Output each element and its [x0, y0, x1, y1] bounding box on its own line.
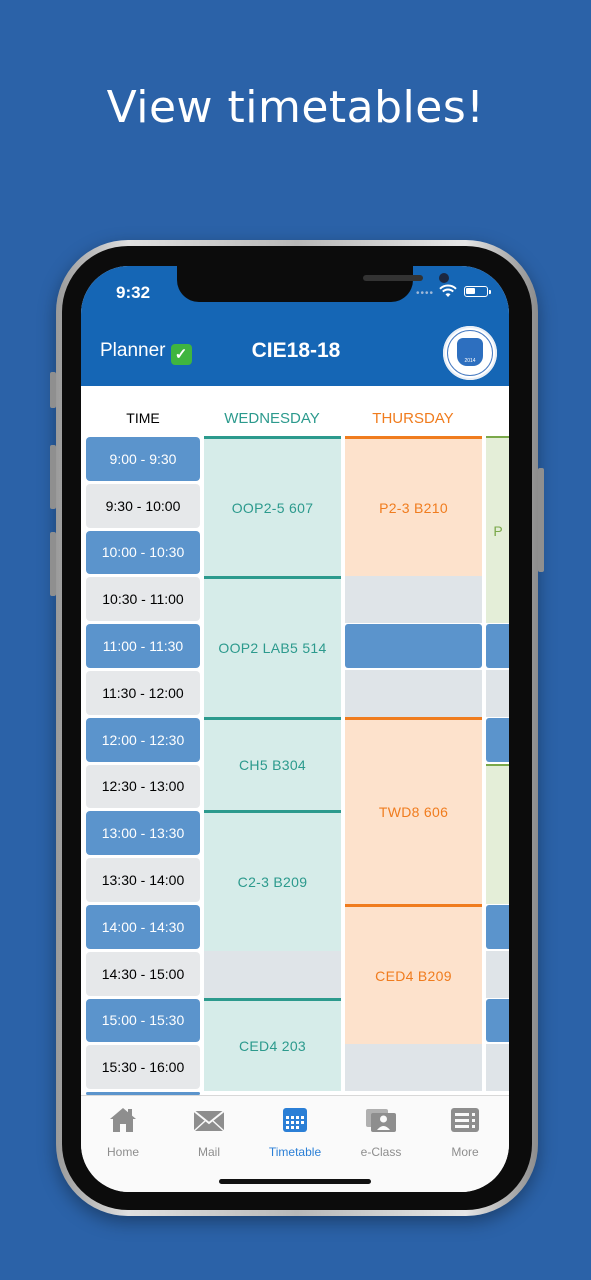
- empty-slot: [486, 670, 509, 717]
- time-slot: 14:30 - 15:00: [86, 951, 200, 996]
- class-block-thursday[interactable]: TWD8 606: [345, 716, 482, 904]
- time-slot: 9:00 - 9:30: [86, 437, 200, 481]
- class-block-wednesday[interactable]: CED4 203: [204, 997, 341, 1092]
- page-title: CIE18-18: [251, 339, 341, 362]
- wifi-icon: [439, 284, 457, 297]
- mute-switch: [50, 372, 56, 408]
- volume-up-button: [50, 445, 56, 509]
- empty-slot: [486, 950, 509, 998]
- time-slot: 14:00 - 14:30: [86, 905, 200, 949]
- col-header-time: TIME: [126, 410, 160, 426]
- tab-eclass[interactable]: e-Class: [341, 1106, 421, 1159]
- class-block-wednesday[interactable]: C2-3 B209: [204, 810, 341, 951]
- tab-timetable[interactable]: Timetable: [255, 1106, 335, 1159]
- power-button: [538, 468, 544, 572]
- class-block-friday[interactable]: P: [486, 436, 509, 624]
- check-icon: ✓: [170, 344, 192, 365]
- tab-more[interactable]: More: [425, 1106, 505, 1159]
- signal-icon: ••••: [416, 288, 435, 299]
- phone-screen: 9:32 •••• Planner ✓ CIE18-18 2014 TIME WE…: [81, 266, 509, 1192]
- university-logo[interactable]: 2014: [443, 326, 497, 380]
- status-time: 9:32: [116, 283, 151, 302]
- mail-icon: [193, 1110, 225, 1132]
- col-header-wednesday[interactable]: WEDNESDAY: [204, 410, 340, 427]
- empty-slot: [345, 670, 482, 717]
- class-block-thursday[interactable]: P2-3 B210: [345, 436, 482, 577]
- home-indicator: [219, 1179, 371, 1184]
- time-slot: 12:30 - 13:00: [86, 764, 200, 809]
- time-slot: 10:30 - 11:00: [86, 577, 200, 622]
- tab-home[interactable]: Home: [83, 1106, 163, 1159]
- notch: [177, 266, 449, 302]
- eclass-icon: [366, 1109, 396, 1132]
- class-block-wednesday[interactable]: CH5 B304: [204, 716, 341, 811]
- class-block-thursday[interactable]: CED4 B209: [345, 904, 482, 1045]
- time-slot: 15:00 - 15:30: [86, 998, 200, 1043]
- time-slot: 10:00 - 10:30: [86, 530, 200, 575]
- time-slot: 13:30 - 14:00: [86, 858, 200, 902]
- battery-icon: [464, 286, 491, 297]
- time-slot: 12:00 - 12:30: [86, 717, 200, 762]
- time-slot: 15:30 - 16:00: [86, 1045, 200, 1090]
- empty-slot: [345, 576, 482, 624]
- empty-slot: [486, 1044, 509, 1092]
- highlight-slot: [486, 717, 509, 762]
- highlight-slot: [486, 905, 509, 949]
- class-block-friday-2[interactable]: [486, 763, 509, 904]
- volume-down-button: [50, 532, 56, 596]
- tab-bar: Home Mail Timetable e-Class More: [81, 1095, 509, 1192]
- class-block-wednesday[interactable]: OOP2 LAB5 514: [204, 576, 341, 717]
- more-icon: [451, 1108, 479, 1132]
- empty-slot: [204, 950, 341, 998]
- col-header-thursday[interactable]: THURSDAY: [345, 410, 481, 427]
- highlight-slot: [486, 624, 509, 668]
- planner-label: Planner: [100, 340, 166, 361]
- tab-mail[interactable]: Mail: [169, 1106, 249, 1159]
- logo-year: 2014: [464, 358, 476, 364]
- time-slot: 9:30 - 10:00: [86, 483, 200, 528]
- highlight-slot: [345, 624, 482, 668]
- friday-label: P: [493, 522, 503, 539]
- time-slot: 13:00 - 13:30: [86, 811, 200, 856]
- time-slot: 11:00 - 11:30: [86, 624, 200, 668]
- planner-button[interactable]: Planner ✓: [100, 340, 192, 365]
- highlight-slot: [486, 998, 509, 1043]
- headline: View timetables!: [106, 82, 485, 133]
- time-slot: 11:30 - 12:00: [86, 671, 200, 715]
- calendar-icon: [283, 1108, 307, 1132]
- home-icon: [110, 1108, 136, 1132]
- empty-slot: [345, 1044, 482, 1092]
- class-block-wednesday[interactable]: OOP2-5 607: [204, 436, 341, 577]
